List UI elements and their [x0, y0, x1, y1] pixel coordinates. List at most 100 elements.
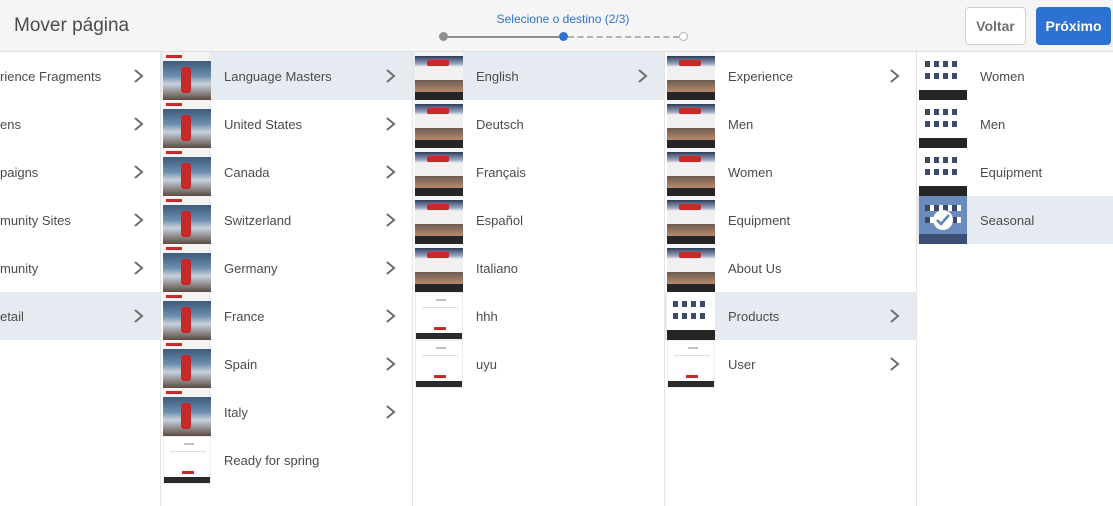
progress-line-pending [568, 36, 679, 38]
page-thumbnail [163, 388, 211, 436]
column-item[interactable]: Español [413, 196, 664, 244]
column-item[interactable]: France [161, 292, 412, 340]
column-item[interactable]: Equipment [665, 196, 916, 244]
item-label: munity Sites [0, 213, 71, 228]
column-3: Experience Men Women Equipment About Us … [665, 52, 917, 506]
column-item-active[interactable]: etail [0, 292, 160, 340]
chevron-right-icon [386, 261, 396, 275]
item-label: Switzerland [224, 213, 292, 228]
column-item[interactable]: Canada [161, 148, 412, 196]
page-thumbnail [163, 292, 211, 340]
item-label: Español [476, 213, 523, 228]
chevron-right-icon [386, 405, 396, 419]
column-item[interactable]: Spain [161, 340, 412, 388]
column-browser: rience Fragments ens paigns munity Sites… [0, 52, 1113, 506]
item-label: Ready for spring [224, 453, 320, 468]
page-thumbnail [163, 196, 211, 244]
page-thumbnail [163, 436, 211, 484]
dialog-header: Mover página Selecione o destino (2/3) V… [0, 0, 1113, 52]
item-label: Deutsch [476, 117, 524, 132]
page-thumbnail [919, 52, 967, 100]
column-item-active[interactable]: English [413, 52, 664, 100]
page-thumbnail [919, 196, 967, 244]
page-thumbnail [415, 292, 463, 340]
column-item[interactable]: About Us [665, 244, 916, 292]
column-item[interactable]: paigns [0, 148, 160, 196]
item-label: Italiano [476, 261, 518, 276]
page-title: Mover página [14, 15, 130, 36]
chevron-right-icon [134, 213, 144, 227]
item-label: hhh [476, 309, 498, 324]
step-2-dot [559, 32, 568, 41]
item-label: Men [980, 117, 1006, 132]
page-thumbnail [667, 100, 715, 148]
item-label: Men [728, 117, 754, 132]
chevron-right-icon [890, 69, 900, 83]
item-label: etail [0, 309, 24, 324]
column-item-selected[interactable]: Seasonal [917, 196, 1113, 244]
item-label: Experience [728, 69, 794, 84]
column-item[interactable]: Switzerland [161, 196, 412, 244]
chevron-right-icon [386, 69, 396, 83]
column-item[interactable]: ens [0, 100, 160, 148]
page-thumbnail [163, 52, 211, 100]
column-item[interactable]: munity [0, 244, 160, 292]
item-label: Products [728, 309, 780, 324]
chevron-right-icon [386, 357, 396, 371]
page-thumbnail [415, 340, 463, 388]
column-item[interactable]: Equipment [917, 148, 1113, 196]
step-3-dot [679, 32, 688, 41]
column-item[interactable]: rience Fragments [0, 52, 160, 100]
column-item[interactable]: Français [413, 148, 664, 196]
column-item[interactable]: hhh [413, 292, 664, 340]
chevron-right-icon [386, 117, 396, 131]
page-thumbnail [919, 148, 967, 196]
column-item[interactable]: United States [161, 100, 412, 148]
column-item[interactable]: Men [665, 100, 916, 148]
chevron-right-icon [134, 165, 144, 179]
column-item[interactable]: munity Sites [0, 196, 160, 244]
column-item[interactable]: Men [917, 100, 1113, 148]
chevron-right-icon [386, 213, 396, 227]
item-label: Spain [224, 357, 258, 372]
column-item[interactable]: Italy [161, 388, 412, 436]
item-label: paigns [0, 165, 39, 180]
column-item[interactable]: Women [665, 148, 916, 196]
back-button[interactable]: Voltar [965, 7, 1026, 45]
chevron-right-icon [134, 117, 144, 131]
page-thumbnail [415, 52, 463, 100]
item-label: ens [0, 117, 21, 132]
column-item[interactable]: User [665, 340, 916, 388]
page-thumbnail [667, 340, 715, 388]
page-thumbnail [667, 52, 715, 100]
item-label: English [476, 69, 519, 84]
page-thumbnail [667, 196, 715, 244]
page-thumbnail [415, 196, 463, 244]
column-item[interactable]: uyu [413, 340, 664, 388]
column-item[interactable]: Ready for spring [161, 436, 412, 484]
column-item[interactable]: Deutsch [413, 100, 664, 148]
step-label: Selecione o destino (2/3) [496, 12, 630, 26]
column-item[interactable]: Women [917, 52, 1113, 100]
page-thumbnail [667, 292, 715, 340]
item-label: About Us [728, 261, 782, 276]
column-1: Language Masters United States Canada Sw… [161, 52, 413, 506]
column-item[interactable]: Experience [665, 52, 916, 100]
column-item-active[interactable]: Language Masters [161, 52, 412, 100]
page-thumbnail [163, 340, 211, 388]
page-thumbnail [415, 148, 463, 196]
column-item-active[interactable]: Products [665, 292, 916, 340]
next-button[interactable]: Próximo [1036, 7, 1111, 45]
item-label: Women [728, 165, 773, 180]
item-label: munity [0, 261, 39, 276]
item-label: User [728, 357, 756, 372]
column-4: Women Men Equipment Seasonal [917, 52, 1113, 506]
chevron-right-icon [134, 69, 144, 83]
column-item[interactable]: Germany [161, 244, 412, 292]
progress-line-complete [448, 36, 559, 38]
page-thumbnail [667, 148, 715, 196]
item-label: Language Masters [224, 69, 332, 84]
column-item[interactable]: Italiano [413, 244, 664, 292]
chevron-right-icon [638, 69, 648, 83]
column-0: rience Fragments ens paigns munity Sites… [0, 52, 161, 506]
